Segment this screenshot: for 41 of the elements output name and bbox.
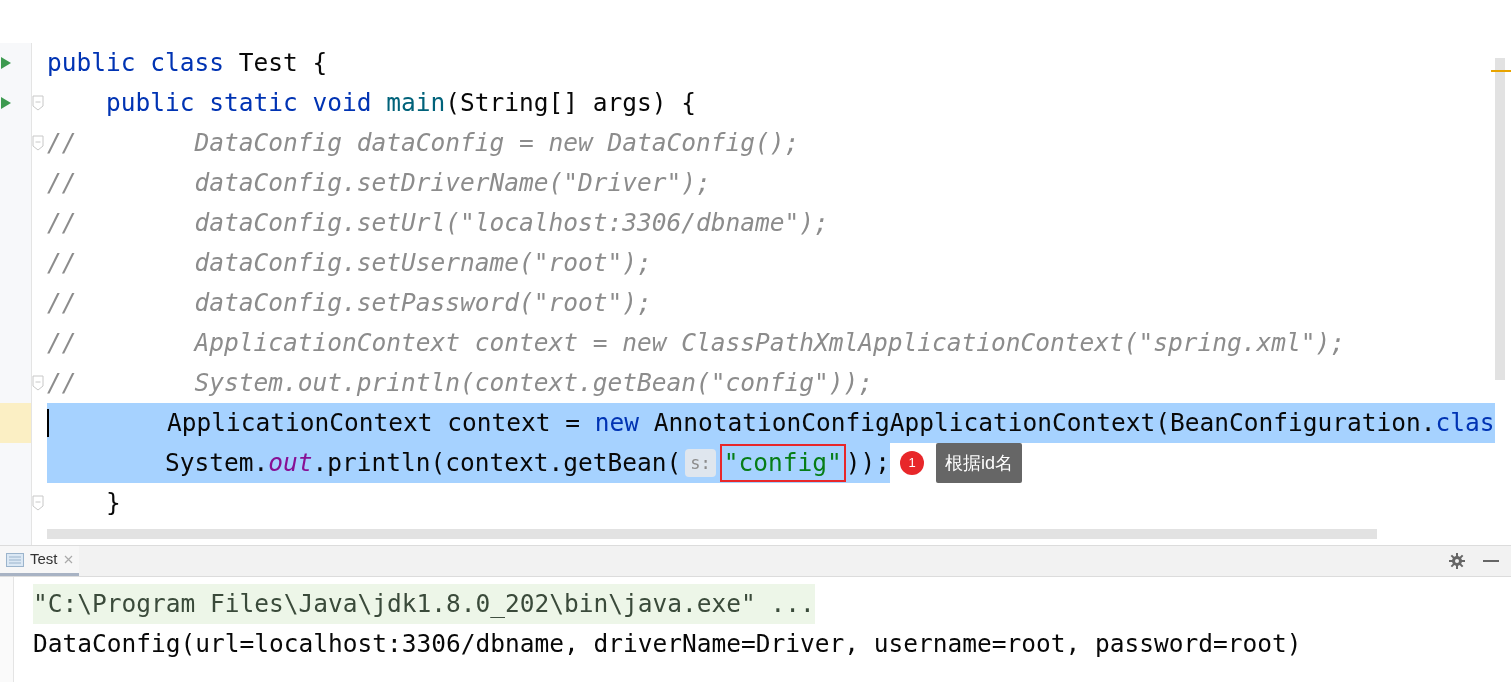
vertical-scrollbar[interactable] [1495,58,1505,380]
code-comment: // ApplicationContext context = new ClassPathXmlApplicationContext("spring.xml"); [47,326,1346,359]
code-token: new [594,406,641,439]
code-token: (String[] args) { [445,86,697,119]
run-tab[interactable]: Test [0,546,79,576]
code-token: ApplicationContext context = [166,406,581,439]
close-icon[interactable] [63,555,73,564]
code-token: Test { [238,46,328,79]
console-output-line: DataConfig(url=localhost:3306/dbname, driverName=Driver, username=root, password=root) [33,628,1302,660]
code-token: .println(context.getBean( [312,446,682,479]
run-icon[interactable] [1,57,11,69]
step-badge: 1 [900,451,925,475]
code-token: public class [47,46,225,79]
code-token: AnnotationConfigApplicationContext(BeanConfiguration. [653,406,1436,439]
fold-icon[interactable] [32,135,44,151]
fold-icon[interactable] [32,95,44,111]
warning-marker [1491,70,1511,72]
run-icon[interactable] [1,97,11,109]
code-token: public static void [105,86,373,119]
console-icon [6,552,24,567]
code-token: )); [845,446,891,479]
code-comment: // dataConfig.setDriverName("Driver"); [47,166,711,199]
code-token: out [268,446,313,479]
fold-icon[interactable] [32,375,44,391]
settings-icon[interactable] [1449,553,1465,569]
code-token: clas [1435,406,1495,439]
code-comment: // dataConfig.setUrl("localhost:3306/dbname"); [47,206,829,239]
code-comment: // DataConfig dataConfig = new DataConfig(); [47,126,800,159]
code-token: } [105,486,121,519]
code-comment: // System.out.println(context.getBean("config")); [47,366,873,399]
code-token: "config" [723,446,842,479]
parameter-hint: s: [685,449,716,477]
code-token: main [386,86,446,119]
horizontal-scrollbar[interactable] [47,529,1377,539]
code-comment: // dataConfig.setUsername("root"); [47,246,652,279]
annotation-tooltip: 根据id名 [936,443,1023,483]
fold-icon[interactable] [32,495,44,511]
code-comment: // dataConfig.setPassword("root"); [47,286,652,319]
code-token: System. [164,446,269,479]
text-cursor [47,409,49,437]
minimize-icon[interactable] [1483,559,1499,563]
